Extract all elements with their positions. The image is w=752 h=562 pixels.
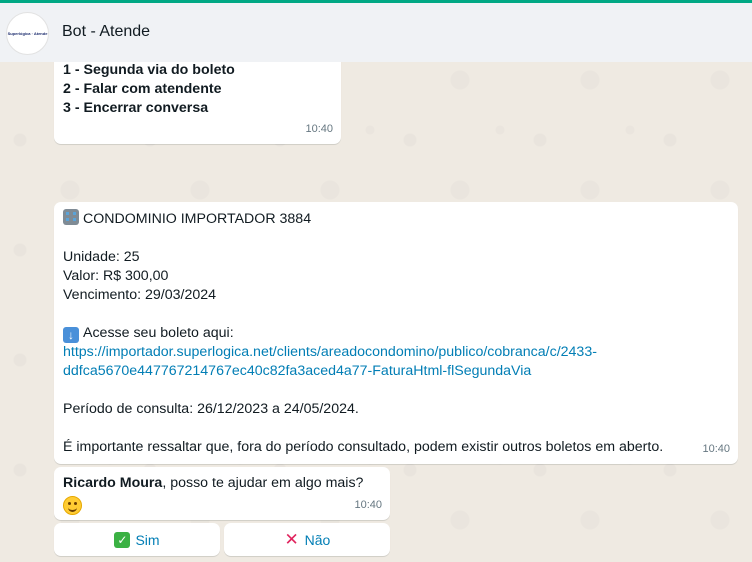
down-arrow-icon: ↓ bbox=[63, 327, 79, 343]
message-time: 10:40 bbox=[354, 499, 382, 511]
condo-name: CONDOMINIO IMPORTADOR 3884 bbox=[83, 211, 312, 227]
contact-avatar[interactable]: Superlógica · Atende bbox=[6, 12, 49, 55]
sim-button[interactable]: ✓ Sim bbox=[54, 523, 220, 556]
chat-header: Superlógica · Atende Bot - Atende bbox=[0, 0, 752, 62]
menu-option: 2 - Falar com atendente bbox=[63, 81, 222, 97]
periodo-text: Período de consulta: 26/12/2023 a 24/05/… bbox=[63, 401, 359, 417]
valor-text: Valor: R$ 300,00 bbox=[63, 268, 169, 284]
boleto-link[interactable]: https://importador.superlogica.net/clien… bbox=[63, 343, 729, 381]
vencimento-text: Vencimento: 29/03/2024 bbox=[63, 287, 217, 303]
access-line: ↓ Acesse seu boleto aqui: bbox=[63, 324, 729, 343]
chat-title[interactable]: Bot - Atende bbox=[62, 23, 150, 41]
sim-label: Sim bbox=[135, 531, 160, 548]
message-time: 10:40 bbox=[702, 443, 730, 455]
avatar-logo: Superlógica · Atende bbox=[7, 31, 48, 36]
nao-label: Não bbox=[304, 531, 331, 548]
access-text: Acesse seu boleto aqui: bbox=[83, 325, 234, 341]
help-text: Ricardo Moura, posso te ajudar em algo m… bbox=[63, 475, 364, 491]
menu-option: 1 - Segunda via do boleto bbox=[63, 62, 235, 78]
nao-button[interactable]: ✕ Não bbox=[224, 523, 390, 556]
smiling-face-icon bbox=[63, 496, 82, 515]
help-message-bubble: Ricardo Moura, posso te ajudar em algo m… bbox=[54, 467, 390, 520]
unidade-text: Unidade: 25 bbox=[63, 249, 140, 265]
cross-mark-icon: ✕ bbox=[284, 529, 299, 549]
office-building-icon bbox=[63, 209, 79, 225]
menu-option: 3 - Encerrar conversa bbox=[63, 100, 209, 116]
agent-name: Ricardo Moura bbox=[63, 475, 163, 491]
message-time: 10:40 bbox=[305, 123, 333, 135]
aviso-text: É importante ressaltar que, fora do perí… bbox=[63, 439, 664, 455]
condo-line: CONDOMINIO IMPORTADOR 3884 bbox=[63, 209, 729, 229]
boleto-message-bubble: CONDOMINIO IMPORTADOR 3884 Unidade: 25 V… bbox=[54, 202, 738, 464]
check-mark-icon: ✓ bbox=[114, 531, 131, 548]
